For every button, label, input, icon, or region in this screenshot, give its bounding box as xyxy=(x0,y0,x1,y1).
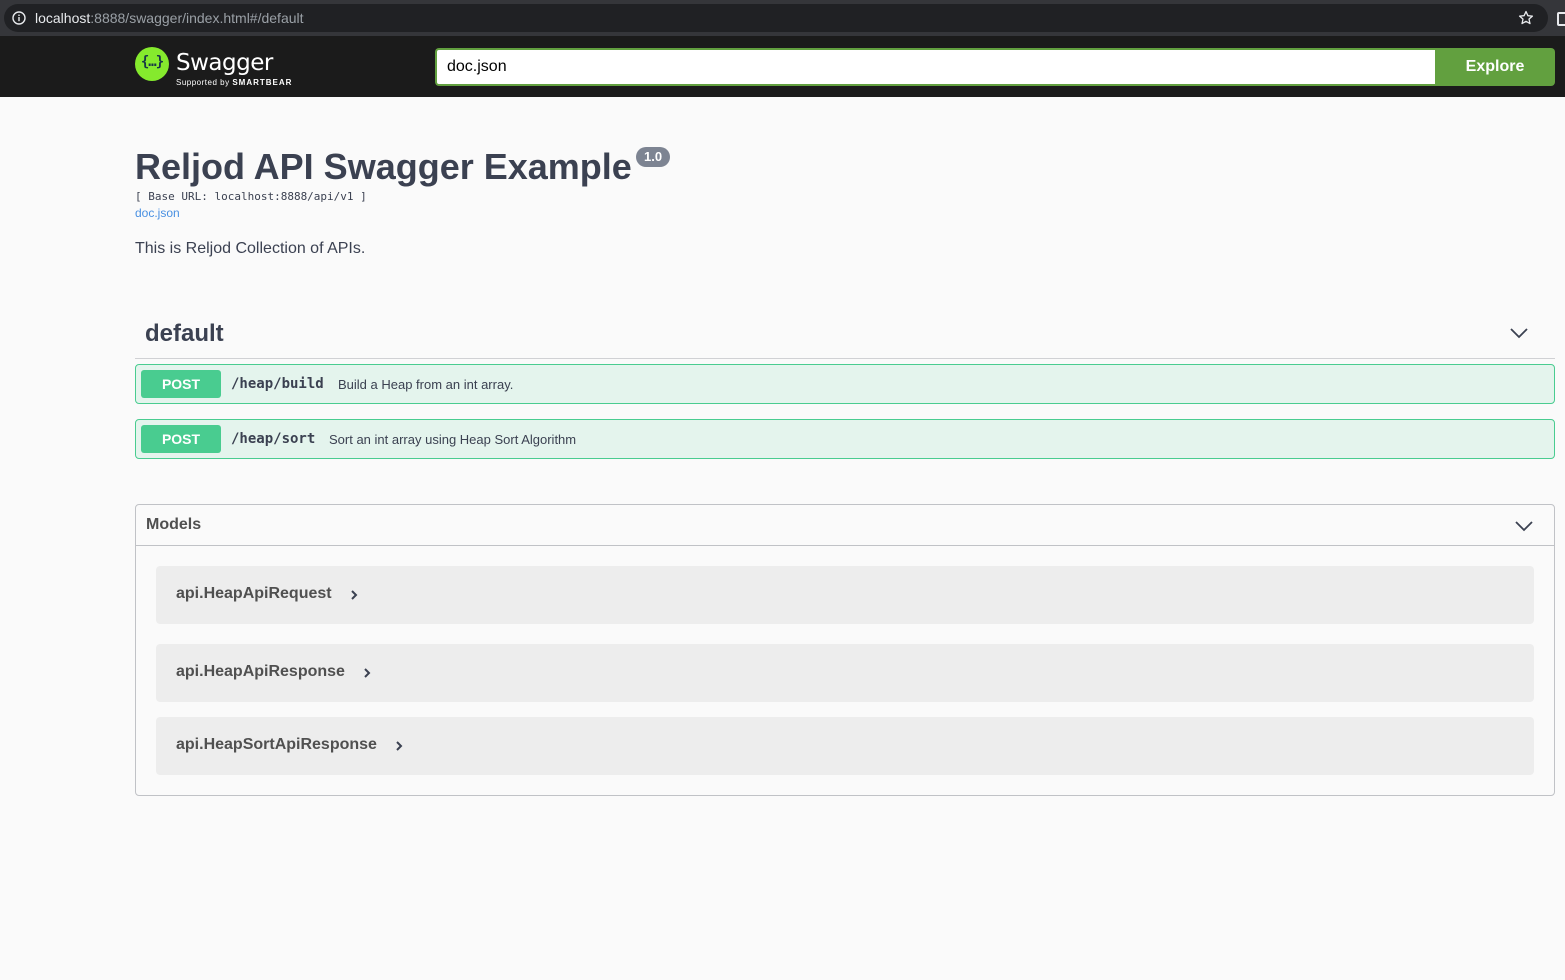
model-item[interactable]: api.HeapApiResponse xyxy=(156,644,1534,702)
chevron-right-icon[interactable] xyxy=(394,739,404,753)
operation-heap-sort[interactable]: POST /heap/sort Sort an int array using … xyxy=(135,419,1555,459)
chevron-down-icon[interactable] xyxy=(1514,516,1534,536)
models-title: Models xyxy=(146,516,202,533)
operation-path: /heap/sort xyxy=(231,431,316,447)
explore-button[interactable]: Explore xyxy=(1435,48,1555,86)
url-path: :8888/swagger/index.html#/default xyxy=(90,10,304,26)
chevron-down-icon[interactable] xyxy=(1509,323,1529,343)
chevron-right-icon[interactable] xyxy=(349,588,359,602)
chevron-right-icon[interactable] xyxy=(362,666,372,680)
swagger-logo[interactable]: {…} Swagger Supported by SMARTBEAR xyxy=(135,47,295,87)
spec-link[interactable]: doc.json xyxy=(135,206,180,220)
model-item[interactable]: api.HeapApiRequest xyxy=(156,566,1534,624)
tag-title: default xyxy=(145,320,224,347)
models-header[interactable]: Models xyxy=(136,505,1554,546)
api-description: This is Reljod Collection of APIs. xyxy=(135,240,366,257)
version-badge: 1.0 xyxy=(636,147,671,167)
model-name: api.HeapSortApiResponse xyxy=(176,736,377,753)
method-badge: POST xyxy=(141,370,221,398)
address-bar[interactable]: localhost:8888/swagger/index.html#/defau… xyxy=(4,4,1548,32)
swagger-logo-icon: {…} xyxy=(135,47,169,81)
base-url: [ Base URL: localhost:8888/api/v1 ] xyxy=(135,190,367,203)
operation-summary: Build a Heap from an int array. xyxy=(338,377,514,392)
swagger-topbar: {…} Swagger Supported by SMARTBEAR Explo… xyxy=(0,36,1565,97)
star-icon[interactable] xyxy=(1518,10,1534,26)
operation-path: /heap/build xyxy=(231,376,324,392)
logo-subtitle: Supported by SMARTBEAR xyxy=(176,78,293,87)
page-title: Reljod API Swagger Example xyxy=(135,146,632,187)
model-name: api.HeapApiRequest xyxy=(176,585,332,602)
operation-summary: Sort an int array using Heap Sort Algori… xyxy=(329,432,577,447)
extension-icon[interactable] xyxy=(1557,12,1565,26)
models-section: Models api.HeapApiRequest api.HeapApiRes… xyxy=(135,504,1555,796)
url-host: localhost xyxy=(35,10,91,26)
operation-heap-build[interactable]: POST /heap/build Build a Heap from an in… xyxy=(135,364,1555,404)
url-text[interactable]: localhost:8888/swagger/index.html#/defau… xyxy=(35,10,304,26)
model-name: api.HeapApiResponse xyxy=(176,663,345,680)
info-icon[interactable] xyxy=(12,11,26,25)
tag-section-header[interactable]: default xyxy=(135,306,1555,359)
method-badge: POST xyxy=(141,425,221,453)
spec-url-input[interactable] xyxy=(435,48,1435,86)
browser-toolbar: localhost:8888/swagger/index.html#/defau… xyxy=(0,0,1565,36)
model-item[interactable]: api.HeapSortApiResponse xyxy=(156,717,1534,775)
logo-title: Swagger xyxy=(176,50,273,76)
